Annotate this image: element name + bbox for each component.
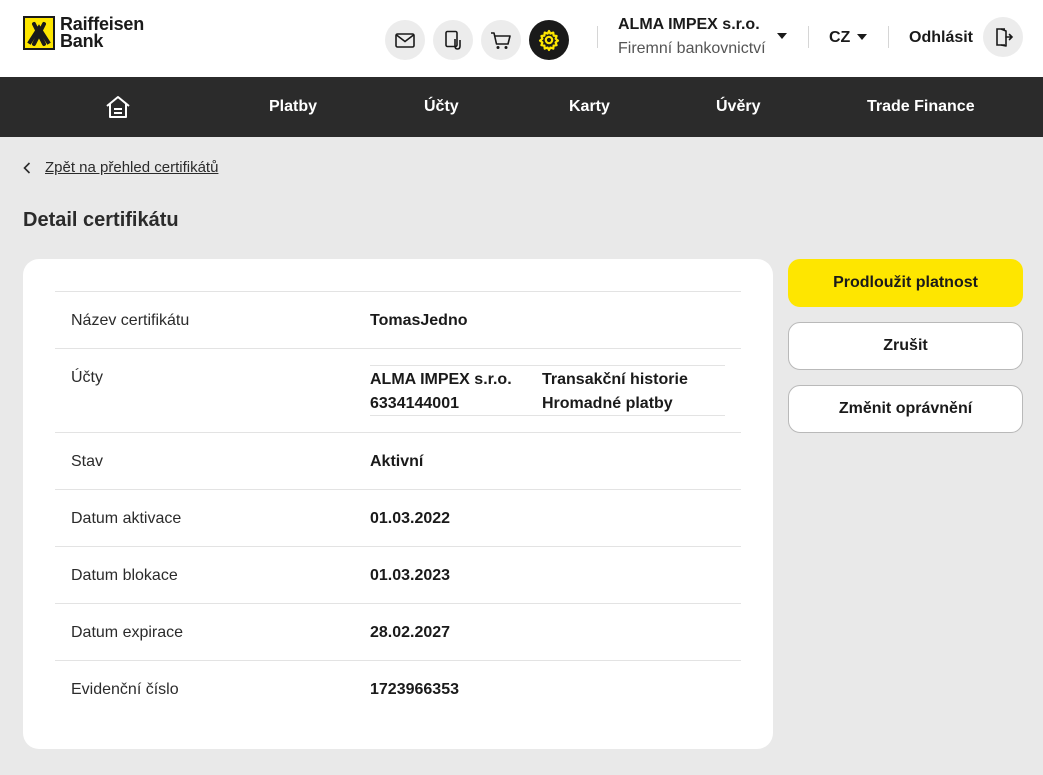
- company-name: ALMA IMPEX s.r.o.: [618, 16, 760, 33]
- header-divider: [808, 26, 809, 48]
- change-permissions-button[interactable]: Změnit oprávnění: [788, 385, 1023, 433]
- detail-row-evidence-number: Evidenční číslo 1723966353: [55, 660, 741, 717]
- page-title: Detail certifikátu: [23, 209, 179, 231]
- nav-item-ucty[interactable]: Účty: [424, 98, 459, 116]
- certificate-name-value: TomasJedno: [370, 312, 468, 329]
- back-link-label: Zpět na přehled certifikátů: [45, 159, 219, 176]
- permissions-cell: Transakční historie Hromadné platby: [542, 368, 688, 416]
- nav-item-karty[interactable]: Karty: [569, 98, 610, 116]
- evidence-number-value: 1723966353: [370, 681, 459, 698]
- settings-button[interactable]: [529, 20, 569, 60]
- logo-line-2: Bank: [60, 31, 104, 51]
- nav-item-trade-finance[interactable]: Trade Finance: [867, 98, 975, 116]
- language-chevron-down-icon[interactable]: [857, 34, 867, 40]
- extend-validity-button[interactable]: Prodloužit platnost: [788, 259, 1023, 307]
- company-segment: Firemní bankovnictví: [618, 40, 766, 57]
- logout-button[interactable]: [983, 17, 1023, 57]
- header-divider: [597, 26, 598, 48]
- logo-wordmark: Raiffeisen Bank: [60, 15, 144, 51]
- status-value: Aktivní: [370, 453, 424, 470]
- back-to-certificates-link[interactable]: Zpět na přehled certifikátů: [23, 159, 218, 176]
- detail-row-expiration: Datum expirace 28.02.2027: [55, 603, 741, 660]
- company-switcher[interactable]: ALMA IMPEX s.r.o. Firemní bankovnictví: [618, 16, 766, 58]
- detail-row-accounts: Účty ALMA IMPEX s.r.o. 6334144001 Transa…: [55, 348, 741, 432]
- chevron-left-icon: [23, 161, 31, 174]
- certificate-detail-card: Název certifikátu TomasJedno Účty ALMA I…: [23, 259, 773, 749]
- home-icon: [106, 96, 130, 118]
- top-header: Raiffeisen Bank ALMA IMPEX s.r.o. Firemn…: [0, 0, 1043, 77]
- permission-item: Transakční historie: [542, 371, 688, 388]
- company-chevron-down-icon[interactable]: [777, 33, 787, 39]
- activation-date-value: 01.03.2022: [370, 510, 451, 527]
- raiffeisen-logo[interactable]: Raiffeisen Bank: [23, 15, 144, 51]
- blocking-date-value: 01.03.2023: [370, 567, 451, 584]
- messages-button[interactable]: [385, 20, 425, 60]
- permission-item: Hromadné platby: [542, 395, 673, 412]
- nav-item-uvery[interactable]: Úvěry: [716, 98, 760, 116]
- account-cell: ALMA IMPEX s.r.o. 6334144001: [370, 368, 512, 416]
- logout-label[interactable]: Odhlásit: [909, 29, 973, 47]
- nav-item-platby[interactable]: Platby: [269, 98, 317, 116]
- detail-row-activation: Datum aktivace 01.03.2022: [55, 489, 741, 546]
- detail-label: Evidenční číslo: [71, 681, 179, 698]
- account-number: 6334144001: [370, 395, 459, 412]
- detail-label: Datum expirace: [71, 624, 184, 641]
- detail-label: Datum aktivace: [71, 510, 182, 527]
- accounts-table: ALMA IMPEX s.r.o. 6334144001 Transakční …: [370, 365, 725, 416]
- expiration-date-value: 28.02.2027: [370, 624, 451, 641]
- logout-icon: [996, 28, 1014, 47]
- cart-icon: [491, 32, 511, 49]
- header-divider: [888, 26, 889, 48]
- cancel-certificate-button[interactable]: Zrušit: [788, 322, 1023, 370]
- documents-button[interactable]: [433, 20, 473, 60]
- detail-label: Účty: [71, 369, 103, 386]
- settings-icon: [538, 29, 560, 52]
- detail-label: Název certifikátu: [71, 312, 190, 329]
- language-selector[interactable]: CZ: [829, 29, 850, 47]
- detail-row-status: Stav Aktivní: [55, 432, 741, 489]
- documents-icon: [445, 30, 461, 50]
- mail-icon: [395, 33, 415, 48]
- raiffeisen-gable-icon: [23, 16, 55, 50]
- nav-home[interactable]: [104, 94, 132, 124]
- cart-button[interactable]: [481, 20, 521, 60]
- detail-row-name: Název certifikátu TomasJedno: [55, 291, 741, 348]
- detail-label: Datum blokace: [71, 567, 178, 584]
- detail-label: Stav: [71, 453, 104, 470]
- detail-row-blocking: Datum blokace 01.03.2023: [55, 546, 741, 603]
- main-navigation: Platby Účty Karty Úvěry Trade Finance: [0, 77, 1043, 137]
- account-company: ALMA IMPEX s.r.o.: [370, 371, 512, 388]
